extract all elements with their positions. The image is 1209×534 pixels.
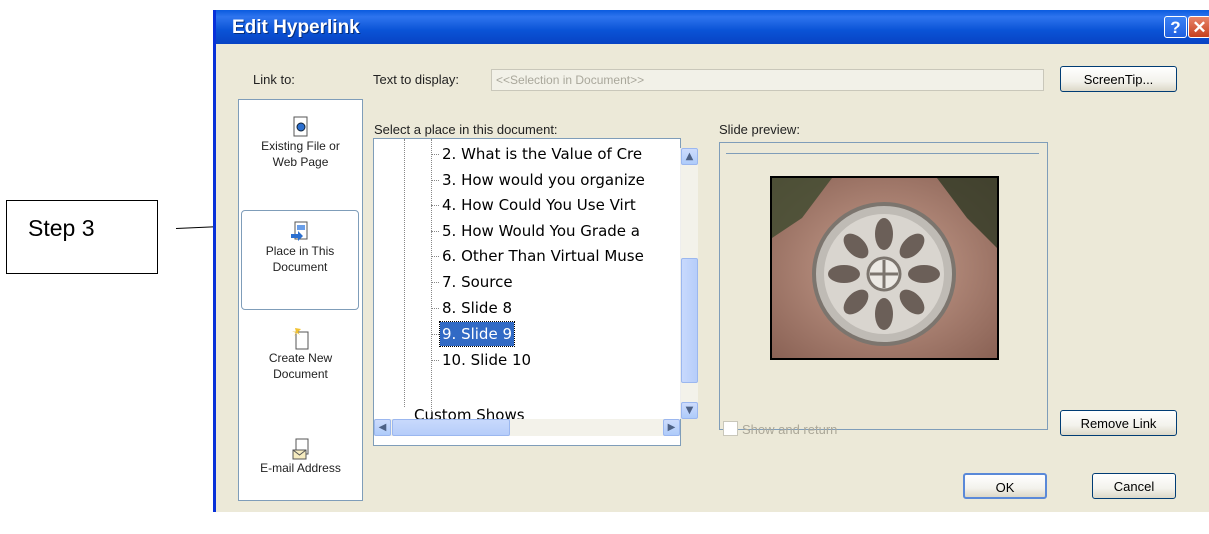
tree-branch bbox=[431, 231, 439, 232]
tree-branch bbox=[431, 205, 439, 206]
show-and-return-checkbox[interactable] bbox=[723, 421, 738, 436]
vertical-scroll-thumb[interactable] bbox=[681, 258, 698, 383]
close-button[interactable]: ✕ bbox=[1188, 16, 1209, 38]
select-place-label: Select a place in this document: bbox=[374, 122, 558, 137]
tree-item-label: 5. How Would You Grade a bbox=[442, 222, 640, 240]
tree-branch bbox=[431, 334, 439, 335]
link-existing-label-2: Web Page bbox=[272, 155, 329, 169]
rose-window-image bbox=[772, 178, 997, 358]
slide-preview-label: Slide preview: bbox=[719, 122, 800, 137]
preview-divider bbox=[726, 153, 1039, 154]
slide-preview-image bbox=[770, 176, 999, 360]
place-in-document-icon bbox=[291, 221, 308, 241]
tree-item-slide-6[interactable]: 6. Other Than Virtual Muse bbox=[374, 244, 680, 268]
link-existing-label-1: Existing File or bbox=[261, 139, 340, 153]
scroll-right-icon[interactable]: ▶ bbox=[663, 419, 680, 436]
title-bar: Edit Hyperlink ? ✕ bbox=[216, 10, 1209, 44]
tree-item-label: 2. What is the Value of Cre bbox=[442, 145, 643, 163]
tree-item-slide-7[interactable]: 7. Source bbox=[374, 270, 680, 294]
edit-hyperlink-dialog: Edit Hyperlink ? ✕ Link to: Text to disp… bbox=[213, 10, 1209, 512]
tree-item-slide-3[interactable]: 3. How would you organize bbox=[374, 168, 680, 192]
existing-file-icon bbox=[293, 116, 307, 137]
link-email-address[interactable]: E-mail Address bbox=[240, 438, 361, 534]
email-icon bbox=[292, 438, 308, 460]
tree-vertical-scrollbar[interactable]: ▲ ▼ bbox=[680, 148, 698, 419]
link-email-label-1: E-mail Address bbox=[260, 461, 341, 475]
tree-branch bbox=[431, 282, 439, 283]
scroll-down-icon[interactable]: ▼ bbox=[681, 402, 698, 419]
tree-horizontal-scrollbar[interactable]: ◀ ▶ bbox=[374, 419, 680, 436]
remove-link-button[interactable]: Remove Link bbox=[1060, 410, 1177, 436]
link-to-label: Link to: bbox=[253, 72, 295, 87]
link-place-label-2: Document bbox=[272, 260, 328, 274]
tree-item-label: 6. Other Than Virtual Muse bbox=[442, 247, 644, 265]
tree-branch bbox=[431, 154, 439, 155]
text-to-display-label: Text to display: bbox=[373, 72, 459, 87]
scroll-up-icon[interactable]: ▲ bbox=[681, 148, 698, 165]
tree-item-label: 10. Slide 10 bbox=[442, 351, 532, 369]
tree-item-slide-9[interactable]: 9. Slide 9 bbox=[374, 321, 680, 347]
ok-button[interactable]: OK bbox=[963, 473, 1047, 499]
tree-branch bbox=[431, 308, 439, 309]
tree-branch bbox=[431, 256, 439, 257]
link-new-doc-label-1: Create New bbox=[268, 351, 333, 365]
link-place-label-1: Place in This bbox=[265, 244, 335, 258]
link-to-bar: Existing File or Web Page Place in This … bbox=[238, 99, 363, 501]
tree-branch bbox=[431, 360, 439, 361]
tree-item-slide-2[interactable]: 2. What is the Value of Cre bbox=[374, 142, 680, 166]
link-place-in-this-document[interactable]: Place in This Document bbox=[241, 210, 359, 310]
tree-item-label: 9. Slide 9 bbox=[439, 321, 515, 347]
cancel-button[interactable]: Cancel bbox=[1092, 473, 1176, 499]
link-new-doc-label-2: Document bbox=[273, 367, 328, 381]
screentip-button[interactable]: ScreenTip... bbox=[1060, 66, 1177, 92]
tree-item-label: 8. Slide 8 bbox=[442, 299, 512, 317]
help-button[interactable]: ? bbox=[1164, 16, 1187, 38]
tree-item-label: 7. Source bbox=[442, 273, 513, 291]
tree-item-slide-8[interactable]: 8. Slide 8 bbox=[374, 296, 680, 320]
tree-item-label: 3. How would you organize bbox=[442, 171, 645, 189]
tree-branch bbox=[431, 180, 439, 181]
tree-item-slide-10[interactable]: 10. Slide 10 bbox=[374, 348, 680, 372]
text-to-display-input[interactable]: <<Selection in Document>> bbox=[491, 69, 1044, 91]
tree-item-slide-5[interactable]: 5. How Would You Grade a bbox=[374, 219, 680, 243]
scroll-left-icon[interactable]: ◀ bbox=[374, 419, 391, 436]
horizontal-scroll-thumb[interactable] bbox=[392, 419, 510, 436]
show-and-return-label: Show and return bbox=[742, 422, 838, 437]
link-existing-file-web-page[interactable]: Existing File or Web Page bbox=[240, 116, 361, 212]
document-place-tree[interactable]: 2. What is the Value of Cre 3. How would… bbox=[373, 138, 681, 446]
tree-item-slide-4[interactable]: 4. How Could You Use Virt bbox=[374, 193, 680, 217]
slide-preview-panel bbox=[719, 142, 1048, 430]
tree-item-label: 4. How Could You Use Virt bbox=[442, 196, 636, 214]
new-document-icon bbox=[291, 328, 308, 350]
link-create-new-document[interactable]: Create New Document bbox=[240, 328, 361, 424]
step-annotation-label: Step 3 bbox=[28, 215, 95, 241]
dialog-title: Edit Hyperlink bbox=[232, 17, 360, 38]
